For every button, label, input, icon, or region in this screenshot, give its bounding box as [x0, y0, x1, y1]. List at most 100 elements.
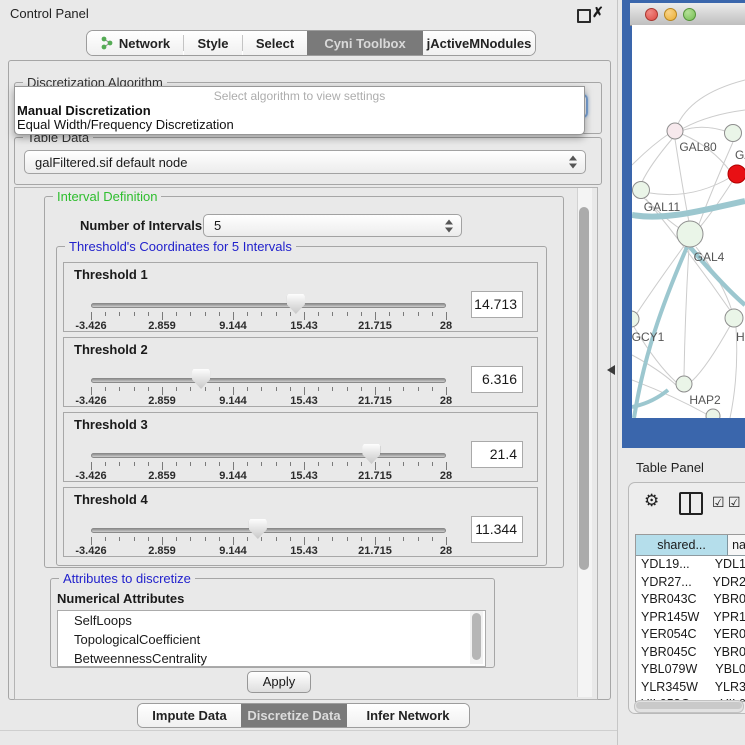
tick-mark [446, 387, 447, 395]
cell-shared-name[interactable]: YBL079W [636, 661, 711, 679]
cell-shared-name[interactable]: YDL19... [636, 556, 711, 574]
horizontal-scrollbar-thumb[interactable] [636, 702, 742, 709]
apply-button[interactable]: Apply [247, 671, 311, 693]
cell-shared-name[interactable]: YER054C [636, 626, 709, 644]
cell-shared-name[interactable]: YBR045C [636, 644, 709, 662]
slider-tick-labels: -3.4262.8599.14415.4321.71528 [91, 320, 447, 332]
node-partial-bottom[interactable] [706, 409, 720, 418]
node-red-selected[interactable] [728, 165, 745, 183]
tick-mark [318, 312, 319, 316]
tab-impute-data[interactable]: Impute Data [138, 704, 241, 727]
attribute-list-item[interactable]: BetweennessCentrality [58, 649, 485, 667]
tick-mark [332, 387, 333, 391]
node-partial-mid-right[interactable] [725, 309, 743, 327]
table-row[interactable]: YLR345W YLR3 [636, 679, 745, 697]
column-header-shared-name[interactable]: shared... [636, 535, 728, 555]
cell-shared-name[interactable]: YBR043C [636, 591, 709, 609]
slider-thumb[interactable] [362, 444, 380, 464]
cell-name[interactable]: YLR3 [711, 679, 745, 697]
slider-track[interactable] [91, 528, 446, 533]
float-window-icon[interactable] [577, 9, 591, 23]
tick-mark [205, 537, 206, 541]
table-row[interactable]: YDR27... YDR2 [636, 574, 745, 592]
table-data-combobox[interactable]: galFiltered.sif default node [24, 150, 586, 174]
tab-style[interactable]: Style [184, 31, 242, 55]
cell-name[interactable]: YDR2 [709, 574, 745, 592]
minimize-traffic-light[interactable] [664, 8, 677, 21]
cell-name[interactable]: YBR0 [709, 644, 745, 662]
slider-track[interactable] [91, 378, 446, 383]
cell-name[interactable]: YPR1 [709, 609, 745, 627]
slider-tick-labels: -3.4262.8599.14415.4321.71528 [91, 395, 447, 407]
tick-mark [105, 387, 106, 391]
table-row[interactable]: YBR043C YBR0 [636, 591, 745, 609]
table-body: YDL19... YDL1 YDR27... YDR2 YBR043C YBR0… [636, 556, 745, 702]
node-partial-top-right[interactable] [725, 125, 742, 142]
threshold-value-field[interactable]: 6.316 [471, 366, 523, 393]
threshold-value-field[interactable]: 11.344 [471, 516, 523, 543]
gear-icon[interactable]: ⚙ [644, 491, 659, 511]
table-row[interactable]: YBR045C YBR0 [636, 644, 745, 662]
dropdown-option-manual[interactable]: Manual Discretization [17, 103, 151, 118]
close-icon[interactable]: ✗ [592, 4, 604, 21]
cell-name[interactable]: YBL0 [711, 661, 745, 679]
attributes-group-label: Attributes to discretize [59, 571, 195, 586]
network-window-titlebar[interactable] [630, 3, 745, 26]
attribute-list-item[interactable]: SelfLoops [58, 611, 485, 630]
slider-track[interactable] [91, 303, 446, 308]
cell-shared-name[interactable]: YPR145W [636, 609, 709, 627]
threshold-value-field[interactable]: 21.4 [471, 441, 523, 468]
node-label-partial-top: GA [735, 148, 745, 162]
node-hap2[interactable] [676, 376, 692, 392]
tick-mark [162, 537, 163, 545]
cell-shared-name[interactable]: YLR345W [636, 679, 711, 697]
zoom-traffic-light[interactable] [683, 8, 696, 21]
vertical-scrollbar-thumb[interactable] [579, 207, 589, 570]
table-row[interactable]: YER054C YER0 [636, 626, 745, 644]
tab-network[interactable]: Network [87, 31, 183, 55]
cell-name[interactable]: YBR0 [709, 591, 745, 609]
node-gal4[interactable] [677, 221, 703, 247]
slider-thumb[interactable] [249, 519, 267, 539]
tab-cyni-toolbox[interactable]: Cyni Toolbox [307, 31, 423, 55]
network-view-window: GAL80 GA GAL11 GAL4 GCY1 H HAP2 [622, 0, 745, 448]
close-traffic-light[interactable] [645, 8, 658, 21]
table-row[interactable]: YDL19... YDL1 [636, 556, 745, 574]
tab-jactivemnodules[interactable]: jActiveMNodules [423, 31, 535, 55]
node-gcy1[interactable] [632, 311, 639, 327]
cell-name[interactable]: YDL1 [711, 556, 745, 574]
column-header-name[interactable]: na [728, 535, 745, 555]
tick-label: 21.715 [350, 395, 400, 407]
split-columns-icon[interactable] [679, 492, 703, 515]
tab-infer-network[interactable]: Infer Network [347, 704, 469, 727]
numerical-attributes-list[interactable]: SelfLoopsTopologicalCoefficientBetweenne… [57, 610, 486, 667]
slider-track[interactable] [91, 453, 446, 458]
num-intervals-value: 5 [214, 218, 221, 233]
dropdown-option-equal-width[interactable]: Equal Width/Frequency Discretization [17, 117, 234, 132]
tick-mark [119, 312, 120, 316]
tab-label: Impute Data [152, 708, 226, 723]
checkbox-icon[interactable]: ☑ [728, 494, 741, 511]
num-intervals-combobox[interactable]: 5 [203, 214, 462, 237]
threshold-value-field[interactable]: 14.713 [471, 291, 523, 318]
slider-thumb[interactable] [287, 294, 305, 314]
tick-label: 2.859 [137, 470, 187, 482]
attribute-list-item[interactable]: TopologicalCoefficient [58, 630, 485, 649]
table-row[interactable]: YBL079W YBL0 [636, 661, 745, 679]
slider-thumb[interactable] [192, 369, 210, 389]
tick-mark [91, 537, 92, 545]
cell-name[interactable]: YER0 [709, 626, 745, 644]
horizontal-scrollbar-track[interactable] [634, 700, 744, 713]
cell-shared-name[interactable]: YDR27... [636, 574, 709, 592]
node-gal80[interactable] [667, 123, 683, 139]
node-gal11[interactable] [633, 182, 650, 199]
checkbox-icon[interactable]: ☑ [712, 494, 725, 511]
tick-mark [418, 312, 419, 316]
network-canvas[interactable]: GAL80 GA GAL11 GAL4 GCY1 H HAP2 [632, 25, 745, 418]
tab-select[interactable]: Select [243, 31, 307, 55]
attributes-scrollbar-thumb[interactable] [472, 613, 481, 660]
tick-mark [119, 387, 120, 391]
tab-discretize-data[interactable]: Discretize Data [241, 704, 347, 727]
table-row[interactable]: YPR145W YPR1 [636, 609, 745, 627]
tick-mark [446, 312, 447, 320]
